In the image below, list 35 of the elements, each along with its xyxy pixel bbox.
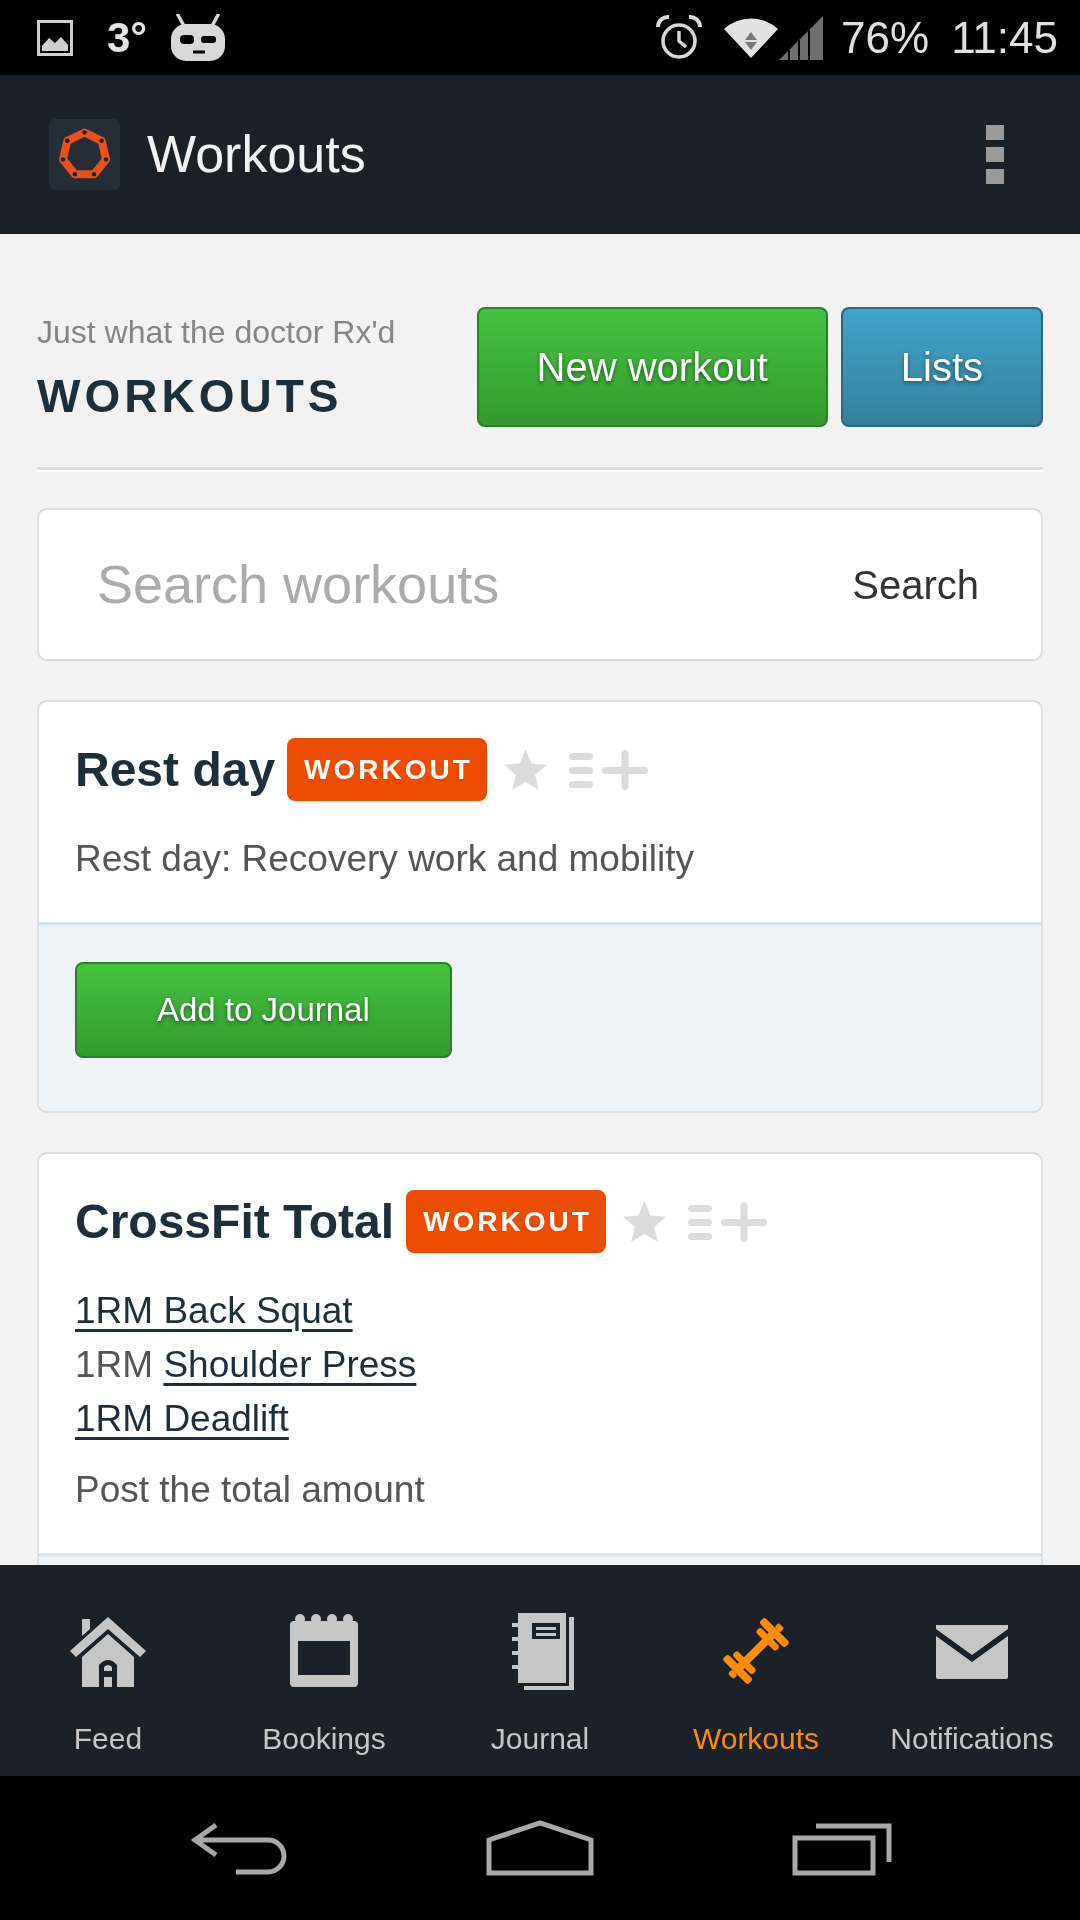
image-icon bbox=[37, 19, 73, 56]
page-heading: WORKOUTS bbox=[37, 370, 344, 422]
alarm-clock-icon bbox=[655, 13, 704, 62]
search-field[interactable]: Search workouts bbox=[97, 544, 847, 625]
app-title: Workouts bbox=[147, 124, 366, 186]
search-bar[interactable]: Search workouts Search bbox=[37, 508, 1043, 661]
workout-tag: WORKOUT bbox=[406, 1190, 606, 1253]
signal-icon bbox=[779, 15, 824, 60]
nav-tab[interactable]: Journal bbox=[432, 1565, 648, 1776]
nav-tab[interactable]: Notifications bbox=[864, 1565, 1080, 1776]
exercise-link[interactable]: 1RM Back Squat bbox=[75, 1290, 353, 1331]
robot-face-icon bbox=[169, 13, 228, 62]
tagline-text: Just what the doctor Rx'd bbox=[37, 313, 397, 352]
nav-tab[interactable]: Workouts bbox=[648, 1565, 864, 1776]
back-icon[interactable] bbox=[190, 1821, 288, 1875]
nav-tab[interactable]: Bookings bbox=[216, 1565, 432, 1776]
temperature-text: 3° bbox=[107, 16, 148, 59]
workout-description: Post the total amount bbox=[75, 1468, 426, 1512]
lists-button[interactable]: Lists bbox=[840, 307, 1043, 427]
search-button[interactable]: Search bbox=[846, 554, 985, 615]
home-button-icon[interactable] bbox=[486, 1820, 594, 1876]
star-icon[interactable] bbox=[622, 1200, 666, 1243]
star-icon[interactable] bbox=[503, 748, 547, 791]
clock-time: 11:45 bbox=[951, 15, 1058, 60]
exercise-text: 1RM bbox=[75, 1344, 154, 1385]
exercise-link[interactable]: Shoulder Press bbox=[163, 1344, 417, 1385]
exercise-link[interactable]: 1RM Deadlift bbox=[75, 1398, 289, 1439]
workout-description: Rest day: Recovery work and mobility bbox=[75, 837, 695, 881]
workout-tag: WORKOUT bbox=[287, 738, 487, 801]
nav-tab[interactable]: Feed bbox=[0, 1565, 216, 1776]
overflow-menu-icon[interactable] bbox=[986, 124, 1004, 185]
workout-title[interactable]: CrossFit Total bbox=[75, 1190, 395, 1253]
workout-title[interactable]: Rest day bbox=[75, 738, 276, 801]
logo-icon bbox=[49, 119, 120, 190]
battery-percent: 76% bbox=[841, 15, 930, 60]
